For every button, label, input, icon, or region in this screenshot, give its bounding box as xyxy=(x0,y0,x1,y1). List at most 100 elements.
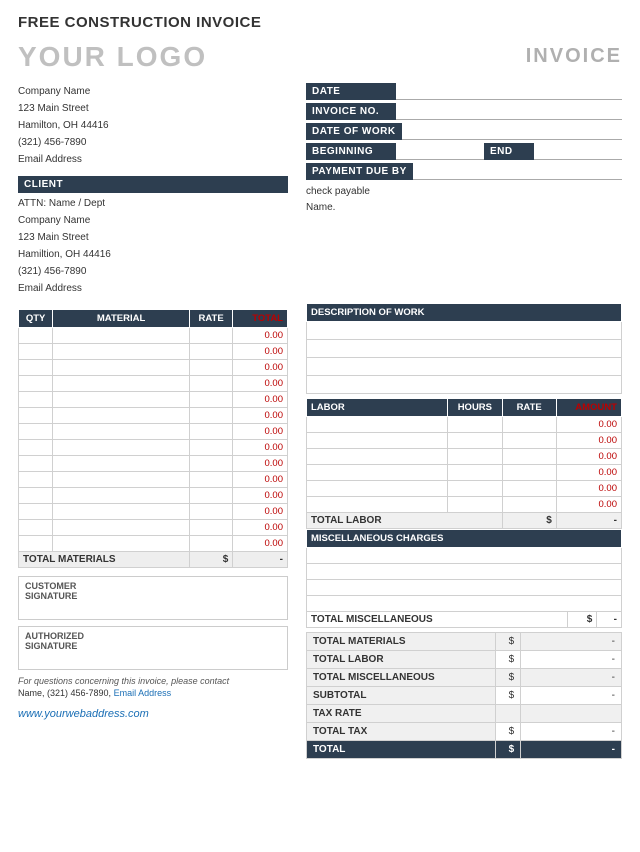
mat-col-total: TOTAL xyxy=(233,310,288,328)
date-value[interactable] xyxy=(396,83,622,100)
date-of-work-label: DATE OF WORK xyxy=(306,123,402,140)
table-row: 0.00 xyxy=(307,417,622,433)
misc-header: MISCELLANEOUS CHARGES xyxy=(307,530,622,548)
summary-table: TOTAL MATERIALS $ - TOTAL LABOR $ - TOTA… xyxy=(306,632,622,759)
end-label: END xyxy=(484,143,534,160)
footer-name-text: Name, (321) 456-7890, xyxy=(18,688,114,698)
table-row: 0.00 xyxy=(19,472,288,488)
client-info: ATTN: Name / Dept Company Name 123 Main … xyxy=(18,195,288,297)
summary-dollar xyxy=(496,705,521,723)
beginning-end-row: BEGINNING END xyxy=(306,143,622,160)
check-payable-line1: check payable xyxy=(306,184,622,200)
authorized-signature-box: AUTHORIZED SIGNATURE xyxy=(18,626,288,670)
labor-col-hours: HOURS xyxy=(448,399,502,417)
client-email: Email Address xyxy=(18,280,288,297)
table-row: 0.00 xyxy=(19,392,288,408)
work-table: DESCRIPTION OF WORK xyxy=(306,303,622,394)
table-row: 0.00 xyxy=(19,344,288,360)
summary-dollar: $ xyxy=(496,723,521,741)
misc-total-value: - xyxy=(597,612,622,628)
client-address1: 123 Main Street xyxy=(18,229,288,246)
summary-value: - xyxy=(521,741,622,759)
authorized-sig-label: AUTHORIZED xyxy=(25,631,281,641)
table-row xyxy=(307,322,622,340)
page-title: FREE CONSTRUCTION INVOICE xyxy=(18,14,622,31)
table-row: 0.00 xyxy=(19,536,288,552)
table-row: 0.00 xyxy=(19,440,288,456)
footer-email-link[interactable]: Email Address xyxy=(114,688,172,698)
invoice-no-value[interactable] xyxy=(396,103,622,120)
customer-signature-box: CUSTOMER SIGNATURE xyxy=(18,576,288,620)
payment-due-value[interactable] xyxy=(413,163,622,180)
check-payable: check payable Name. xyxy=(306,184,622,216)
customer-sig-label: CUSTOMER xyxy=(25,581,281,591)
mat-col-rate: RATE xyxy=(189,310,232,328)
summary-value: - xyxy=(521,687,622,705)
summary-label: TOTAL MATERIALS xyxy=(307,633,496,651)
table-row xyxy=(307,376,622,394)
labor-total-label: TOTAL LABOR xyxy=(307,513,503,529)
date-row: DATE xyxy=(306,83,622,100)
summary-label: TOTAL xyxy=(307,741,496,759)
company-address2: Hamilton, OH 44416 xyxy=(18,117,288,134)
table-row: 0.00 xyxy=(307,449,622,465)
summary-label: TAX RATE xyxy=(307,705,496,723)
table-row xyxy=(307,596,622,612)
client-address2: Hamiltion, OH 44416 xyxy=(18,246,288,263)
customer-sig-sub: SIGNATURE xyxy=(25,591,281,601)
company-info: Company Name 123 Main Street Hamilton, O… xyxy=(18,83,288,168)
table-row xyxy=(307,340,622,358)
invoice-label: INVOICE xyxy=(526,45,622,68)
date-of-work-value[interactable] xyxy=(402,123,622,140)
client-header: CLIENT xyxy=(18,176,288,193)
table-row: 0.00 xyxy=(19,424,288,440)
mat-col-qty: QTY xyxy=(19,310,53,328)
summary-value: - xyxy=(521,651,622,669)
labor-col-rate: RATE xyxy=(502,399,556,417)
date-label: DATE xyxy=(306,83,396,100)
mat-col-material: MATERIAL xyxy=(53,310,190,328)
table-row xyxy=(307,548,622,564)
summary-label: TOTAL MISCELLANEOUS xyxy=(307,669,496,687)
materials-total-row: TOTAL MATERIALS $ - xyxy=(19,552,288,568)
table-row: 0.00 xyxy=(19,488,288,504)
materials-table: QTY MATERIAL RATE TOTAL 0.00 0.00 0.00 0… xyxy=(18,309,288,568)
labor-total-value: - xyxy=(556,513,621,529)
work-header: DESCRIPTION OF WORK xyxy=(307,304,622,322)
company-phone: (321) 456-7890 xyxy=(18,134,288,151)
labor-table: LABOR HOURS RATE AMOUNT 0.00 0.00 0.00 0… xyxy=(306,398,622,529)
table-row: 0.00 xyxy=(307,433,622,449)
website-footer[interactable]: www.yourwebaddress.com xyxy=(18,708,288,720)
table-row: 0.00 xyxy=(19,376,288,392)
invoice-no-row: INVOICE NO. xyxy=(306,103,622,120)
table-row: 0.00 xyxy=(19,456,288,472)
payment-due-label: PAYMENT DUE BY xyxy=(306,163,413,180)
footer-contact-text: For questions concerning this invoice, p… xyxy=(18,676,229,686)
misc-total-row: TOTAL MISCELLANEOUS $ - xyxy=(307,612,622,628)
client-company: Company Name xyxy=(18,212,288,229)
table-row: 0.00 xyxy=(19,504,288,520)
invoice-no-label: INVOICE NO. xyxy=(306,103,396,120)
summary-label: SUBTOTAL xyxy=(307,687,496,705)
end-value[interactable] xyxy=(534,143,622,160)
misc-total-label: TOTAL MISCELLANEOUS xyxy=(307,612,568,628)
authorized-sig-sub: SIGNATURE xyxy=(25,641,281,651)
company-name: Company Name xyxy=(18,83,288,100)
company-address1: 123 Main Street xyxy=(18,100,288,117)
beginning-label: BEGINNING xyxy=(306,143,396,160)
materials-total-dollar: $ xyxy=(189,552,232,568)
payment-due-row: PAYMENT DUE BY xyxy=(306,163,622,180)
misc-total-dollar: $ xyxy=(568,612,597,628)
footer-contact: For questions concerning this invoice, p… xyxy=(18,676,288,686)
summary-label: TOTAL LABOR xyxy=(307,651,496,669)
beginning-value[interactable] xyxy=(396,143,484,160)
date-of-work-row: DATE OF WORK xyxy=(306,123,622,140)
summary-dollar: $ xyxy=(496,633,521,651)
table-row: 0.00 xyxy=(19,360,288,376)
summary-dollar: $ xyxy=(496,651,521,669)
summary-value xyxy=(521,705,622,723)
materials-total-value: - xyxy=(233,552,288,568)
table-row xyxy=(307,564,622,580)
summary-dollar: $ xyxy=(496,741,521,759)
table-row: 0.00 xyxy=(307,465,622,481)
